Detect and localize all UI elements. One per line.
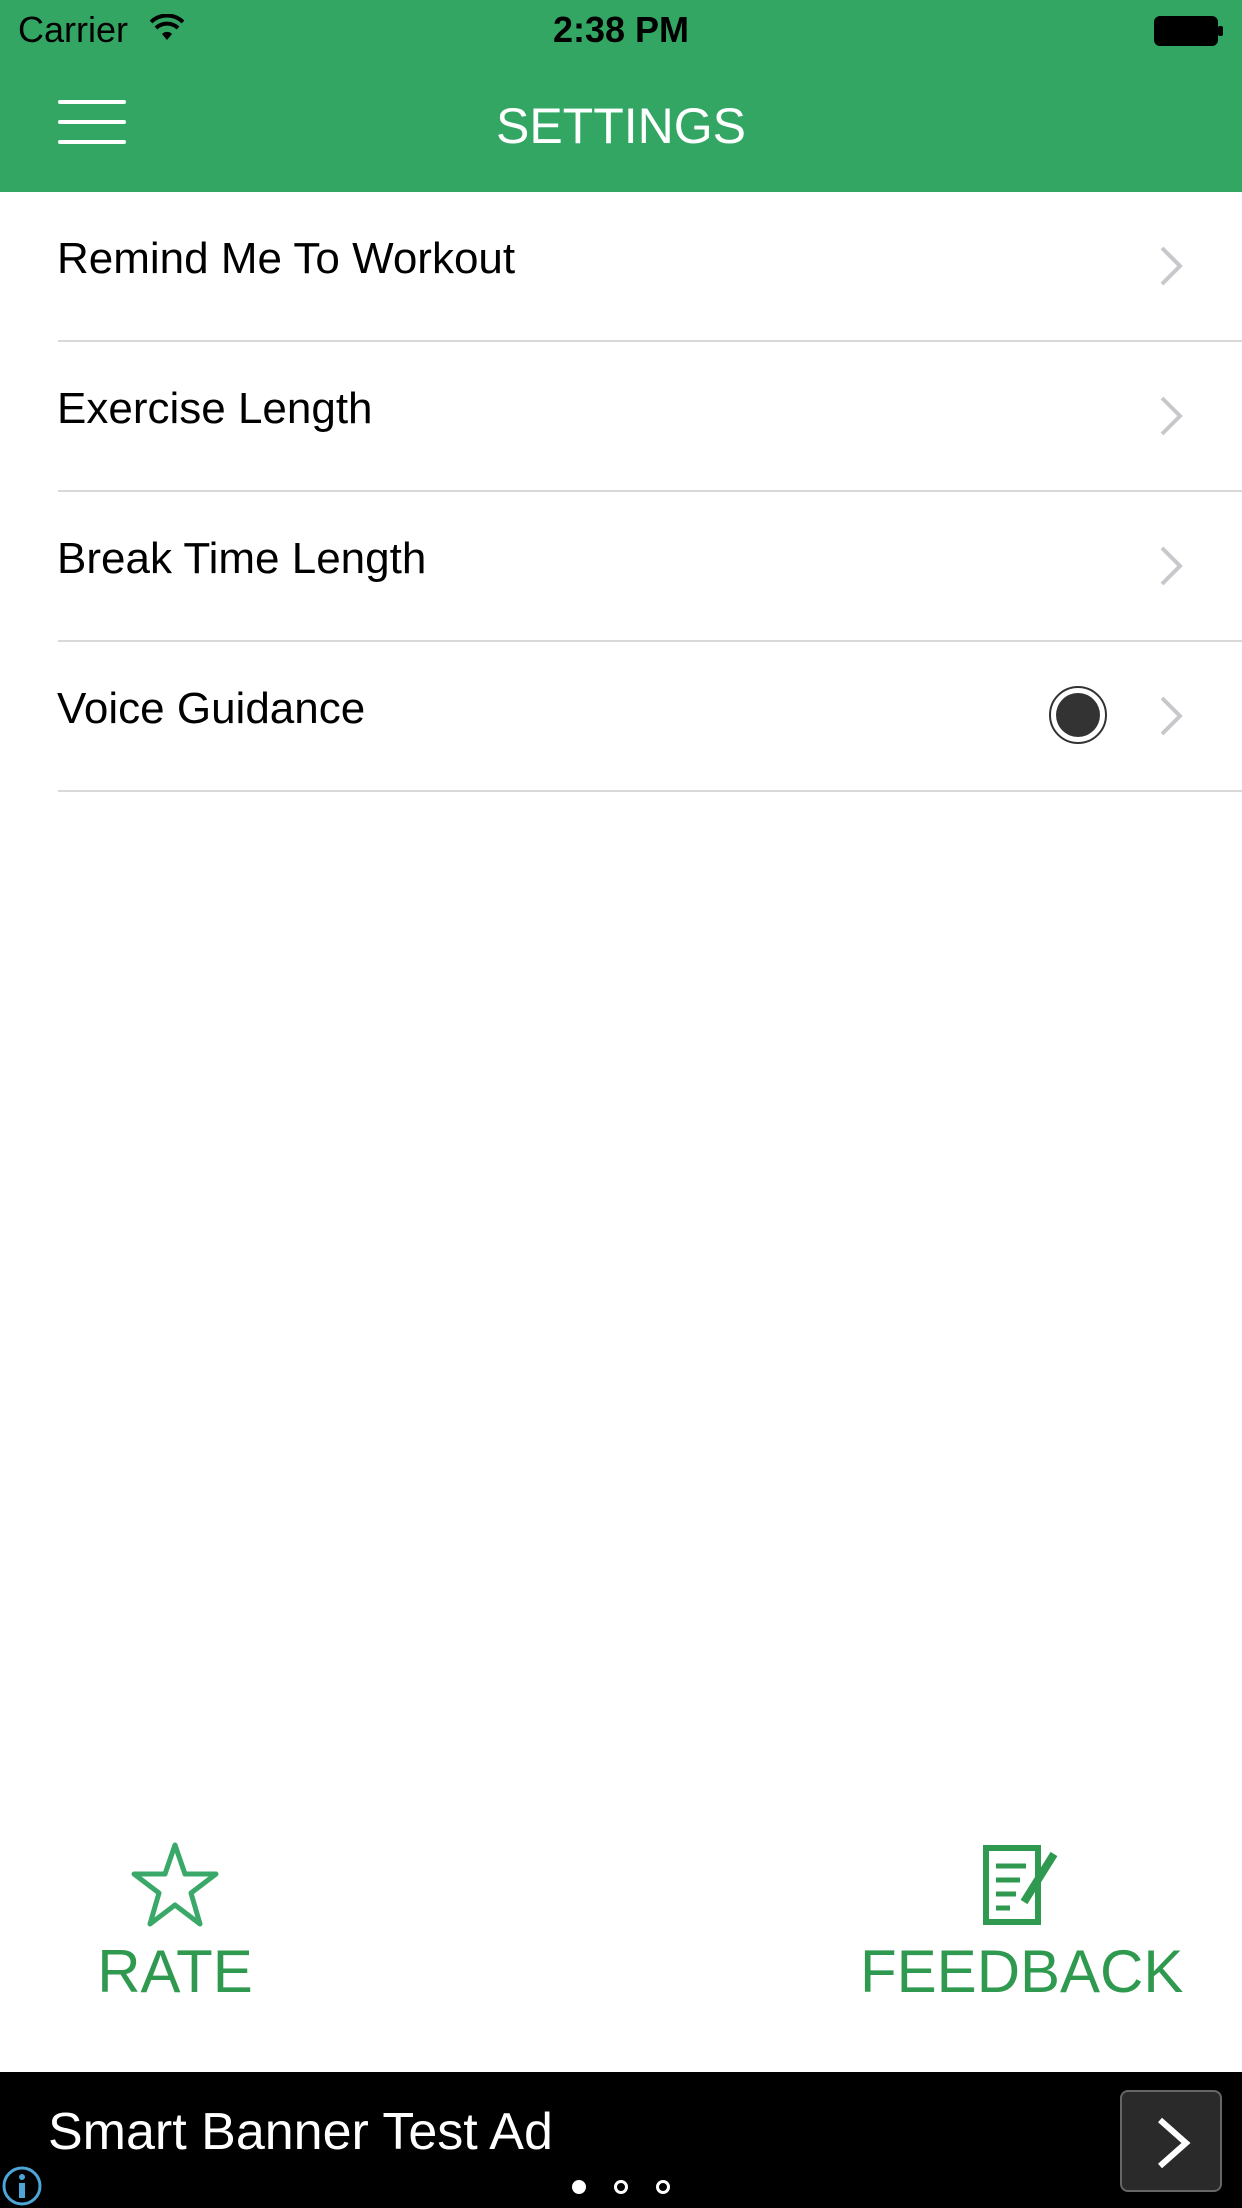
settings-row-exercise-length[interactable]: Exercise Length — [0, 342, 1242, 492]
ad-page-dot[interactable] — [572, 2180, 586, 2194]
ad-open-button[interactable] — [1120, 2090, 1222, 2192]
settings-row-remind-me[interactable]: Remind Me To Workout — [0, 192, 1242, 342]
ad-banner[interactable]: Smart Banner Test Ad — [0, 2072, 1242, 2208]
chevron-right-icon — [1158, 2117, 1191, 2169]
battery-icon — [1154, 16, 1223, 46]
bottom-actions: RATE FEEDBACK — [0, 1840, 1242, 2020]
rate-button[interactable]: RATE — [90, 1840, 260, 2008]
status-time: 2:38 PM — [552, 9, 690, 50]
feedback-button[interactable]: FEEDBACK — [860, 1840, 1184, 2008]
settings-row-label: Exercise Length — [57, 384, 373, 433]
ad-page-dot[interactable] — [614, 2180, 628, 2194]
settings-row-label: Remind Me To Workout — [57, 234, 516, 283]
settings-row-label: Voice Guidance — [57, 684, 366, 733]
chevron-right-icon — [1160, 246, 1183, 286]
settings-row-break-time-length[interactable]: Break Time Length — [0, 492, 1242, 642]
app-header: Carrier 2:38 PM SETTINGS — [0, 0, 1242, 192]
voice-guidance-radio[interactable] — [1048, 685, 1108, 745]
rate-label: RATE — [97, 1938, 253, 2005]
ad-page-dot[interactable] — [656, 2180, 670, 2194]
star-icon — [131, 1842, 219, 1927]
feedback-note-icon — [983, 1845, 1058, 1925]
settings-row-voice-guidance[interactable]: Voice Guidance — [0, 642, 1242, 792]
ad-page-indicator — [0, 2180, 1242, 2194]
ad-text: Smart Banner Test Ad — [48, 2103, 553, 2161]
status-bar: Carrier 2:38 PM — [0, 0, 1242, 60]
settings-list: Remind Me To Workout Exercise Length Bre… — [0, 192, 1242, 792]
page-title: SETTINGS — [495, 98, 747, 154]
chevron-right-icon — [1160, 396, 1183, 436]
chevron-right-icon — [1160, 696, 1183, 736]
feedback-label: FEEDBACK — [860, 1938, 1184, 2005]
settings-row-label: Break Time Length — [57, 534, 427, 583]
chevron-right-icon — [1160, 546, 1183, 586]
